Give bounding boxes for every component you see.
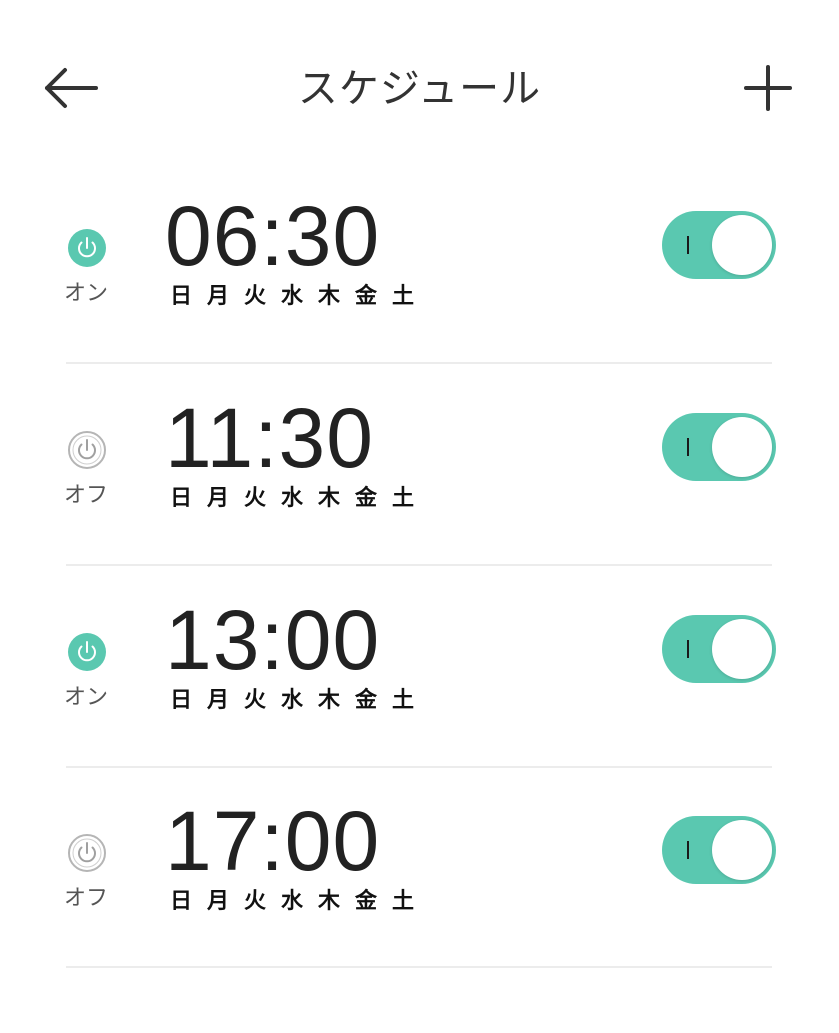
schedule-row[interactable]: オン 13:00 日 月 火 水 木 金 土	[0, 593, 839, 832]
schedule-toggle[interactable]	[662, 211, 776, 279]
schedule-toggle[interactable]	[662, 413, 776, 481]
schedule-time: 17:00	[165, 794, 381, 888]
day-sun: 日	[170, 284, 193, 309]
day-fri: 金	[355, 284, 378, 309]
schedule-time: 13:00	[165, 593, 381, 687]
power-icon-svg	[68, 431, 106, 469]
day-wed: 水	[281, 284, 304, 309]
add-schedule-button[interactable]	[736, 58, 800, 118]
page-title: スケジュール	[297, 66, 542, 112]
day-sat: 土	[392, 889, 415, 914]
day-wed: 水	[281, 688, 304, 713]
action-state-label: オン	[63, 685, 108, 710]
toggle-knob	[712, 619, 772, 679]
day-fri: 金	[355, 486, 378, 511]
toggle-on-mark	[687, 438, 689, 456]
schedule-toggle[interactable]	[662, 615, 776, 683]
day-sun: 日	[170, 486, 193, 511]
schedule-time: 06:30	[165, 189, 381, 283]
day-tue: 火	[244, 284, 267, 309]
power-icon	[67, 430, 107, 470]
power-icon-svg	[68, 633, 106, 671]
repeat-days: 日 月 火 水 木 金 土	[170, 486, 429, 512]
day-tue: 火	[244, 889, 267, 914]
day-sun: 日	[170, 688, 193, 713]
schedule-row[interactable]: オン 06:30 日 月 火 水 木 金 土	[0, 189, 839, 428]
divider	[66, 362, 772, 364]
repeat-days: 日 月 火 水 木 金 土	[170, 284, 429, 310]
day-sat: 土	[392, 486, 415, 511]
repeat-days: 日 月 火 水 木 金 土	[170, 889, 429, 915]
day-sun: 日	[170, 889, 193, 914]
day-mon: 月	[207, 486, 230, 511]
power-icon-svg	[68, 834, 106, 872]
divider	[66, 766, 772, 768]
divider	[66, 564, 772, 566]
power-icon	[67, 632, 107, 672]
day-fri: 金	[355, 688, 378, 713]
day-tue: 火	[244, 486, 267, 511]
day-tue: 火	[244, 688, 267, 713]
day-thu: 木	[318, 688, 341, 713]
schedule-row[interactable]: オフ 11:30 日 月 火 水 木 金 土	[0, 391, 839, 630]
schedule-row[interactable]: オフ 17:00 日 月 火 水 木 金 土	[0, 794, 839, 1033]
power-icon	[67, 833, 107, 873]
day-sat: 土	[392, 688, 415, 713]
day-fri: 金	[355, 889, 378, 914]
schedule-time: 11:30	[165, 391, 374, 485]
day-wed: 水	[281, 889, 304, 914]
header: スケジュール	[0, 0, 839, 180]
day-mon: 月	[207, 889, 230, 914]
schedule-toggle[interactable]	[662, 816, 776, 884]
action-state-label: オフ	[63, 483, 108, 508]
action-state-label: オン	[63, 281, 108, 306]
plus-icon	[744, 65, 792, 111]
day-mon: 月	[207, 284, 230, 309]
toggle-knob	[712, 417, 772, 477]
power-icon	[67, 228, 107, 268]
day-thu: 木	[318, 284, 341, 309]
day-sat: 土	[392, 284, 415, 309]
divider	[66, 966, 772, 968]
toggle-knob	[712, 820, 772, 880]
toggle-on-mark	[687, 236, 689, 254]
day-thu: 木	[318, 889, 341, 914]
day-mon: 月	[207, 688, 230, 713]
power-icon-svg	[68, 229, 106, 267]
toggle-on-mark	[687, 841, 689, 859]
day-thu: 木	[318, 486, 341, 511]
repeat-days: 日 月 火 水 木 金 土	[170, 688, 429, 714]
day-wed: 水	[281, 486, 304, 511]
action-state-label: オフ	[63, 886, 108, 911]
toggle-knob	[712, 215, 772, 275]
toggle-on-mark	[687, 640, 689, 658]
